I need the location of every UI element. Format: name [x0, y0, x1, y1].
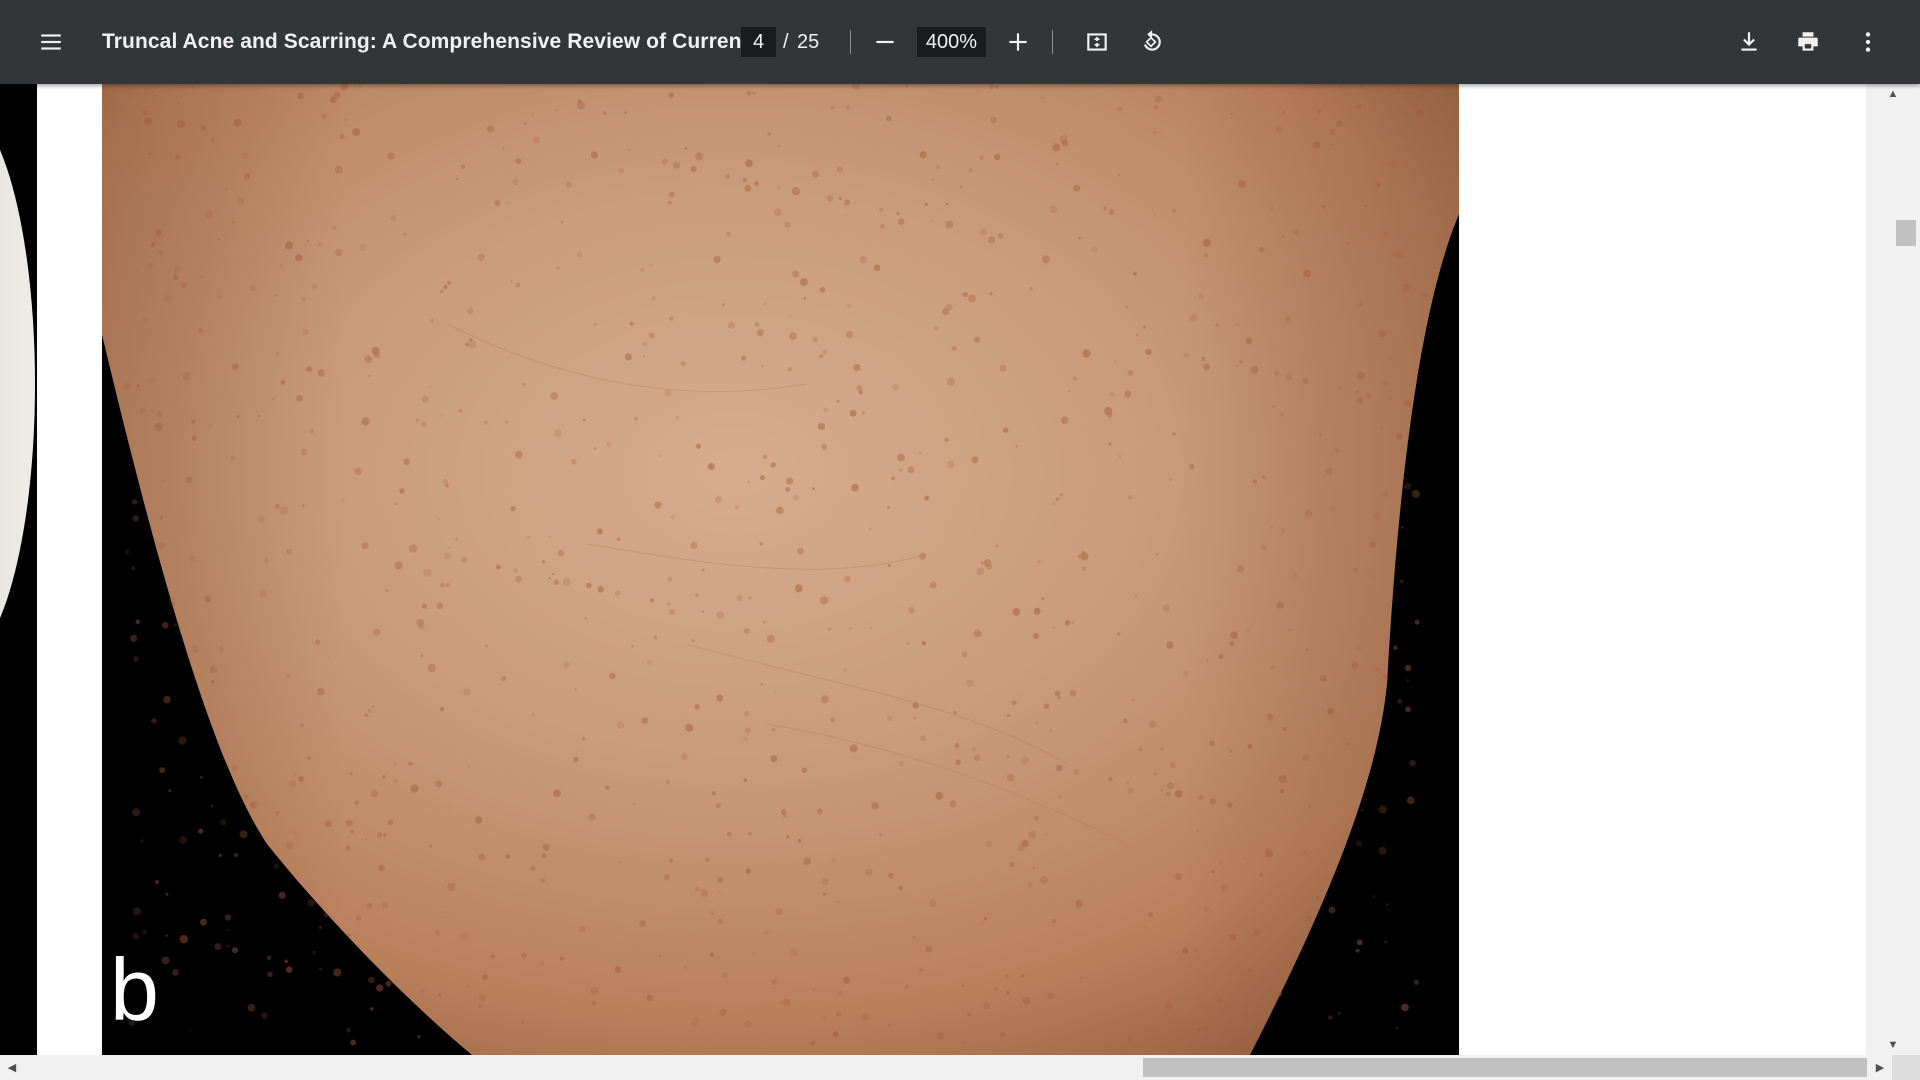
clinical-photo-back-skin: b — [67, 84, 1459, 1055]
more-options-button[interactable] — [1848, 22, 1888, 62]
figure-panel-label: b — [110, 940, 159, 1039]
toolbar-divider — [850, 30, 851, 54]
plus-icon — [1009, 33, 1027, 51]
zoom-out-button[interactable] — [865, 22, 905, 62]
vertical-scroll-thumb[interactable] — [1896, 220, 1916, 246]
skin-photo-image — [67, 84, 1459, 1055]
rotate-counterclockwise-icon — [1143, 30, 1161, 51]
adjacent-figure-fragment — [0, 84, 37, 1055]
fit-to-page-button[interactable] — [1077, 22, 1117, 62]
page-separator: / — [783, 30, 789, 53]
scroll-down-arrow-icon[interactable]: ▼ — [1866, 1035, 1920, 1055]
pdf-page: b — [37, 84, 1866, 1055]
zoom-level-input[interactable] — [917, 27, 986, 57]
document-viewer[interactable]: b — [0, 84, 1866, 1055]
document-title: Truncal Acne and Scarring: A Comprehensi… — [102, 30, 767, 53]
horizontal-scroll-thumb[interactable] — [1143, 1058, 1867, 1077]
download-icon — [1741, 32, 1757, 51]
hamburger-menu-icon[interactable] — [31, 22, 71, 62]
scrollbar-corner — [1892, 1055, 1920, 1080]
print-button[interactable] — [1788, 22, 1828, 62]
print-icon — [1798, 32, 1818, 51]
pdf-toolbar: Truncal Acne and Scarring: A Comprehensi… — [0, 0, 1920, 84]
minus-icon — [876, 40, 894, 44]
vertical-scrollbar[interactable]: ▲ ▼ — [1866, 84, 1920, 1055]
scroll-right-arrow-icon[interactable]: ▶ — [1868, 1055, 1892, 1080]
scroll-up-arrow-icon[interactable]: ▲ — [1866, 84, 1920, 104]
rotate-button[interactable] — [1131, 22, 1171, 62]
page-total: 25 — [797, 30, 820, 53]
toolbar-divider — [1052, 30, 1053, 54]
scroll-left-arrow-icon[interactable]: ◀ — [0, 1055, 24, 1080]
zoom-in-button[interactable] — [998, 22, 1038, 62]
more-vertical-icon — [1865, 32, 1871, 52]
page-number-input[interactable] — [741, 27, 776, 57]
fit-to-page-icon — [1087, 33, 1107, 51]
horizontal-scrollbar[interactable]: ◀ ▶ — [0, 1055, 1920, 1080]
download-button[interactable] — [1729, 22, 1769, 62]
